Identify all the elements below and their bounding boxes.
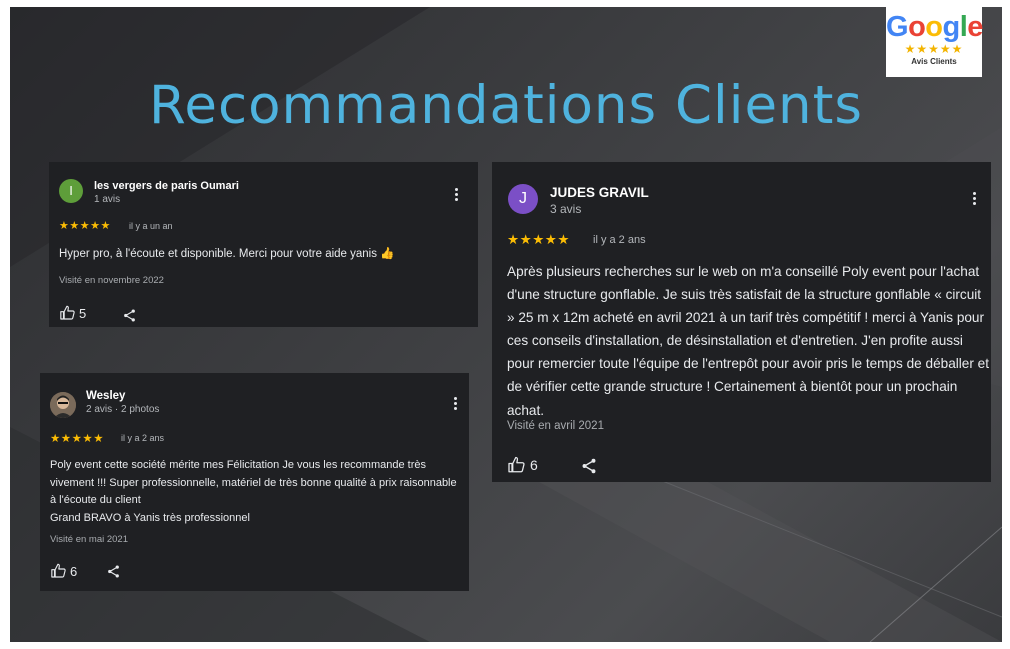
more-options-icon[interactable] — [454, 397, 458, 412]
review-text: Après plusieurs recherches sur le web on… — [507, 264, 989, 418]
review-age: il y a 2 ans — [121, 433, 165, 443]
google-logo: Google — [886, 11, 983, 43]
badge-stars: ★★★★★ — [904, 42, 964, 56]
google-letter: e — [967, 11, 983, 43]
google-letter: g — [942, 11, 961, 43]
avatar: J — [508, 184, 538, 214]
avatar — [50, 392, 76, 418]
review-age: il y a un an — [129, 221, 173, 231]
reviewer-name[interactable]: JUDES GRAVIL — [550, 185, 649, 200]
share-icon[interactable] — [106, 564, 121, 579]
thumbs-up-icon — [51, 563, 66, 578]
visit-date: Visité en avril 2021 — [507, 420, 604, 432]
like-count: 6 — [70, 563, 78, 579]
thumbs-up-icon — [60, 305, 75, 320]
google-reviews-badge: Google ★★★★★ Avis Clients — [886, 7, 983, 77]
like-button[interactable]: 6 — [50, 563, 77, 579]
review-text: Poly event cette société mérite mes Féli… — [50, 459, 457, 524]
reviewer-meta: 2 avis · 2 photos — [86, 404, 160, 415]
reviewer-meta: 3 avis — [550, 202, 582, 216]
review-card: Wesley 2 avis · 2 photos ★★★★★ il y a 2 … — [40, 373, 469, 591]
review-card: I les vergers de paris Oumari 1 avis ★★★… — [49, 162, 478, 327]
rating-stars: ★★★★★ — [50, 433, 105, 445]
more-options-icon[interactable] — [455, 188, 459, 203]
rating-stars: ★★★★★ — [507, 232, 571, 247]
reviewer-name[interactable]: les vergers de paris Oumari — [94, 180, 239, 192]
google-letter: o — [908, 11, 926, 43]
like-button[interactable]: 5 — [59, 305, 86, 321]
visit-date: Visité en mai 2021 — [50, 534, 128, 545]
google-letter: G — [886, 11, 909, 43]
review-text: Hyper pro, à l'écoute et disponible. Mer… — [59, 248, 395, 260]
like-button[interactable]: 6 — [507, 456, 538, 474]
share-icon[interactable] — [122, 308, 137, 323]
profile-photo-icon — [50, 392, 76, 418]
reviewer-name[interactable]: Wesley — [86, 390, 125, 402]
like-count: 6 — [530, 457, 538, 473]
reviewer-meta: 1 avis — [94, 194, 121, 205]
thumbs-up-icon — [508, 456, 525, 473]
like-count: 5 — [79, 305, 87, 321]
visit-date: Visité en novembre 2022 — [59, 275, 164, 286]
slide-title: Recommandations Clients — [148, 75, 864, 136]
share-icon[interactable] — [580, 457, 598, 475]
review-age: il y a 2 ans — [593, 234, 646, 246]
badge-caption: Avis Clients — [911, 57, 957, 66]
presentation-slide: Recommandations Clients Google ★★★★★ Avi… — [10, 7, 1002, 642]
review-card: J JUDES GRAVIL 3 avis ★★★★★ il y a 2 ans… — [492, 162, 991, 482]
google-letter: o — [925, 11, 943, 43]
avatar: I — [59, 179, 83, 203]
more-options-icon[interactable] — [973, 192, 977, 207]
rating-stars: ★★★★★ — [59, 220, 111, 232]
